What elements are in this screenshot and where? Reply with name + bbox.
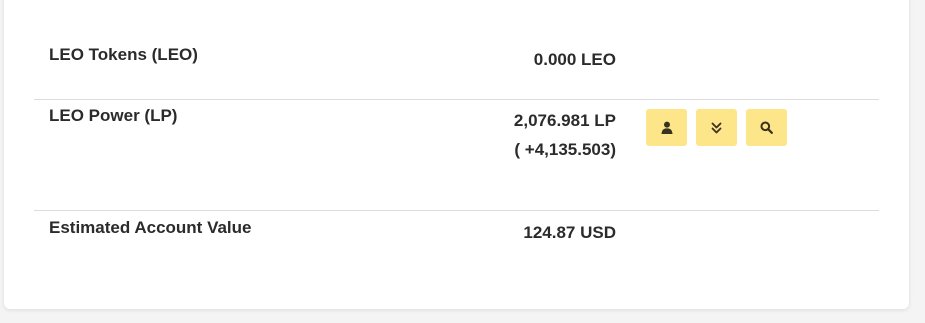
search-icon — [760, 121, 773, 134]
leo-power-value-block: 2,076.981 LP ( +4,135.503) — [514, 106, 616, 164]
delegate-button[interactable] — [646, 109, 687, 146]
leo-power-actions — [646, 109, 787, 146]
user-icon — [661, 121, 673, 134]
leo-tokens-row: LEO Tokens (LEO) 0.000 LEO — [34, 0, 879, 99]
leo-power-label: LEO Power (LP) — [49, 106, 178, 125]
account-value-label: Estimated Account Value — [49, 218, 252, 237]
wallet-balance-card: LEO Tokens (LEO) 0.000 LEO LEO Power (LP… — [4, 0, 909, 309]
leo-power-delegated-value: ( +4,135.503) — [514, 140, 616, 159]
leo-power-value: 2,076.981 LP — [513, 111, 616, 130]
double-chevron-down-icon — [711, 122, 722, 134]
leo-power-row: LEO Power (LP) 2,076.981 LP ( +4,135.503… — [34, 99, 879, 210]
leo-tokens-value: 0.000 LEO — [533, 50, 616, 69]
account-value-row: Estimated Account Value 124.87 USD — [34, 210, 879, 309]
search-button[interactable] — [746, 109, 787, 146]
account-value-amount: 124.87 USD — [523, 223, 616, 242]
power-down-button[interactable] — [696, 109, 737, 146]
leo-tokens-label: LEO Tokens (LEO) — [49, 45, 198, 64]
